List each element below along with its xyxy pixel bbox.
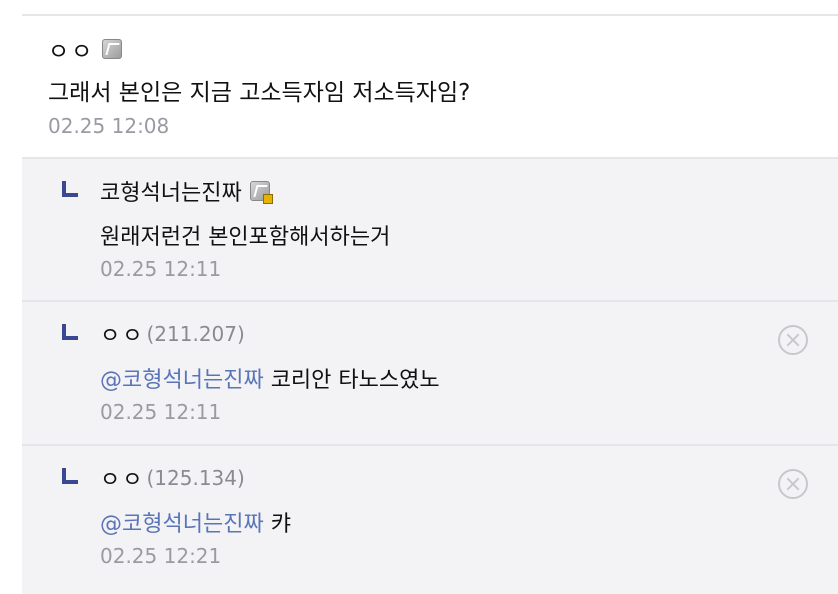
reply-text: @코형석너는진짜 캬 <box>100 506 291 538</box>
reply-author[interactable]: ㅇㅇ (211.207) <box>100 318 245 350</box>
reply-date: 02.25 12:11 <box>100 257 222 281</box>
reply-text: @코형석너는진짜 코리안 타노스였노 <box>100 362 440 394</box>
reply-text: 원래저런건 본인포함해서하는거 <box>100 225 391 250</box>
reply-author-name[interactable]: 코형석너는진짜 <box>100 175 242 207</box>
reply-item: ㅇㅇ (211.207) @코형석너는진짜 코리안 타노스였노 02.25 12… <box>22 302 838 444</box>
fixed-nick-gold-icon <box>249 181 273 204</box>
reply-body: 캬 <box>270 512 291 537</box>
reply-mention[interactable]: @코형석너는진짜 <box>100 368 264 393</box>
delete-icon[interactable] <box>778 325 808 355</box>
reply-item: 코형석너는진짜 원래저런건 본인포함해서하는거 02.25 12:11 <box>22 159 838 300</box>
reply-arrow-icon <box>62 324 78 340</box>
reply-author[interactable]: ㅇㅇ (125.134) <box>100 462 245 494</box>
comment-date: 02.25 12:08 <box>48 114 170 138</box>
delete-icon[interactable] <box>778 469 808 499</box>
comment-author-name[interactable]: ㅇㅇ <box>48 32 94 66</box>
reply-item: ㅇㅇ (125.134) @코형석너는진짜 캬 02.25 12:21 <box>22 446 838 594</box>
comment-author[interactable]: ㅇㅇ <box>48 32 123 66</box>
comment-text: 그래서 본인은 지금 고소득자임 저소득자임? <box>48 80 471 106</box>
reply-mention[interactable]: @코형석너는진짜 <box>100 512 264 537</box>
reply-author-name[interactable]: ㅇㅇ <box>100 318 144 350</box>
comment-main: ㅇㅇ 그래서 본인은 지금 고소득자임 저소득자임? 02.25 12:08 <box>22 16 838 158</box>
reply-arrow-icon <box>62 181 78 197</box>
reply-arrow-icon <box>62 468 78 484</box>
fixed-nick-icon <box>102 39 123 59</box>
reply-author[interactable]: 코형석너는진짜 <box>100 175 273 207</box>
reply-author-ip: (125.134) <box>146 466 245 490</box>
reply-author-ip: (211.207) <box>146 322 245 346</box>
reply-author-name[interactable]: ㅇㅇ <box>100 462 144 494</box>
reply-body: 코리안 타노스였노 <box>270 368 440 393</box>
reply-date: 02.25 12:11 <box>100 400 222 424</box>
reply-date: 02.25 12:21 <box>100 544 222 568</box>
